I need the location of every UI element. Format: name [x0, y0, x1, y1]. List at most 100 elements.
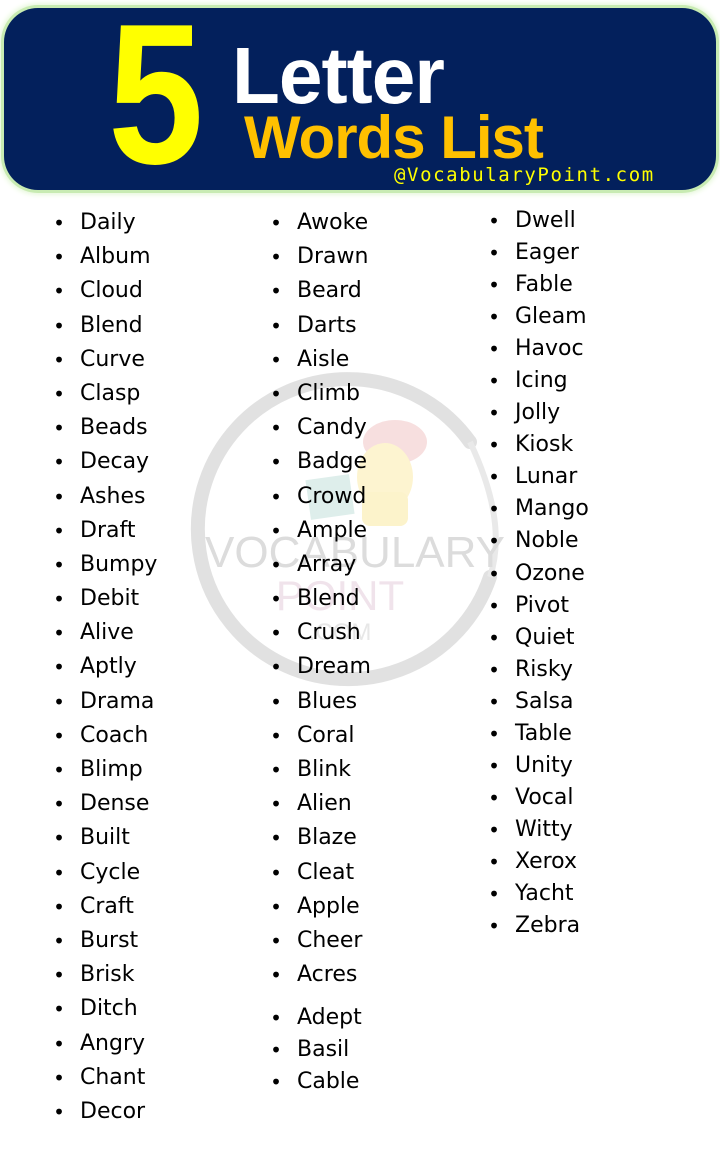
bullet-icon: • — [53, 860, 65, 885]
list-item: • Alien — [269, 787, 371, 821]
list-item: • Gleam — [487, 301, 589, 333]
site-credit: @VocabularyPoint.com — [394, 164, 655, 186]
word-text: Aptly — [80, 654, 137, 680]
word-text: Fable — [515, 272, 573, 298]
bullet-icon: • — [270, 1038, 282, 1063]
bullet-icon: • — [488, 337, 500, 362]
bullet-icon: • — [53, 1031, 65, 1056]
word-text: Dense — [80, 791, 150, 817]
bullet-icon: • — [53, 1065, 65, 1090]
list-item: • Drama — [52, 685, 157, 719]
list-item: • Xerox — [487, 846, 589, 878]
word-column-1: • Daily • Album • Cloud • Blend • Curve • Clasp • Bea… — [52, 206, 157, 1129]
word-text: Crowd — [297, 483, 367, 509]
list-item: • Darts — [269, 309, 371, 343]
word-text: Basil — [297, 1037, 350, 1063]
word-text: Blues — [297, 688, 358, 714]
list-item: • Brisk — [52, 958, 157, 992]
bullet-icon: • — [53, 211, 65, 235]
bullet-icon: • — [53, 689, 65, 714]
word-text: Eager — [515, 240, 579, 266]
bullet-icon: • — [488, 881, 500, 906]
list-item: • Decor — [52, 1095, 157, 1129]
bullet-icon: • — [270, 245, 282, 270]
bullet-icon: • — [270, 826, 282, 851]
bullet-icon: • — [270, 381, 282, 406]
bullet-icon: • — [270, 963, 282, 988]
bullet-icon: • — [488, 785, 500, 810]
list-item: • Lunar — [487, 461, 589, 493]
word-text: Brisk — [80, 962, 135, 988]
list-item: • Coach — [52, 719, 157, 753]
word-text: Darts — [297, 312, 357, 338]
bullet-icon: • — [488, 689, 500, 714]
word-text: Kiosk — [515, 432, 574, 458]
word-text: Cheer — [297, 927, 363, 953]
word-text: Blend — [80, 312, 143, 338]
word-text: Clasp — [80, 380, 141, 406]
word-text: Decay — [80, 449, 150, 475]
list-item: • Cheer — [269, 924, 371, 958]
word-text: Aisle — [297, 346, 350, 372]
list-item: • Dwell — [487, 205, 589, 237]
bullet-icon: • — [53, 245, 65, 270]
list-item: • Yacht — [487, 878, 589, 910]
bullet-icon: • — [270, 621, 282, 646]
list-item: • Alive — [52, 616, 157, 650]
word-text: Dream — [297, 654, 371, 680]
word-text: Alive — [80, 620, 134, 646]
list-item: • Blimp — [52, 753, 157, 787]
bullet-icon: • — [270, 655, 282, 680]
list-item: • Blues — [269, 685, 371, 719]
word-text: Table — [515, 720, 572, 746]
bullet-icon: • — [53, 723, 65, 748]
list-item: • Draft — [52, 514, 157, 548]
bullet-icon: • — [270, 928, 282, 953]
list-item: • Array — [269, 548, 371, 582]
list-item: • Angry — [52, 1027, 157, 1061]
word-text: Curve — [80, 346, 145, 372]
word-text: Cycle — [80, 859, 141, 885]
word-text: Yacht — [515, 880, 574, 906]
word-text: Icing — [515, 368, 568, 394]
word-text: Gleam — [515, 304, 587, 330]
bullet-icon: • — [488, 241, 500, 266]
word-text: Jolly — [515, 400, 561, 426]
word-text: Vocal — [515, 784, 574, 810]
list-item: • Built — [52, 821, 157, 855]
list-item: • Coral — [269, 719, 371, 753]
list-item: • Witty — [487, 814, 589, 846]
bullet-icon: • — [53, 792, 65, 817]
bullet-icon: • — [270, 279, 282, 304]
bullet-icon: • — [270, 552, 282, 577]
list-item: • Bumpy — [52, 548, 157, 582]
word-text: Chant — [80, 1064, 146, 1090]
bullet-icon: • — [270, 211, 282, 235]
word-text: Ample — [297, 517, 368, 543]
list-item: • Ample — [269, 514, 371, 548]
bullet-icon: • — [53, 928, 65, 953]
bullet-icon: • — [488, 657, 500, 682]
word-text: Craft — [80, 893, 134, 919]
list-item: • Havoc — [487, 333, 589, 365]
list-item: • Apple — [269, 890, 371, 924]
bullet-icon: • — [270, 894, 282, 919]
list-item: • Climb — [269, 377, 371, 411]
title-line-2: Words List — [244, 104, 544, 171]
word-text: Climb — [297, 380, 360, 406]
bullet-icon: • — [53, 655, 65, 680]
list-item: • Eager — [487, 237, 589, 269]
bullet-icon: • — [53, 381, 65, 406]
bullet-icon: • — [488, 401, 500, 426]
list-item: • Beard — [269, 274, 371, 308]
list-item: • Aisle — [269, 343, 371, 377]
bullet-icon: • — [488, 561, 500, 586]
list-item: • Risky — [487, 654, 589, 686]
list-item: • Crush — [269, 616, 371, 650]
word-text: Zebra — [515, 913, 581, 939]
word-text: Ozone — [515, 560, 585, 586]
word-text: Beard — [297, 278, 362, 304]
bullet-icon: • — [270, 347, 282, 372]
bullet-icon: • — [270, 416, 282, 441]
word-text: Ditch — [80, 996, 138, 1022]
